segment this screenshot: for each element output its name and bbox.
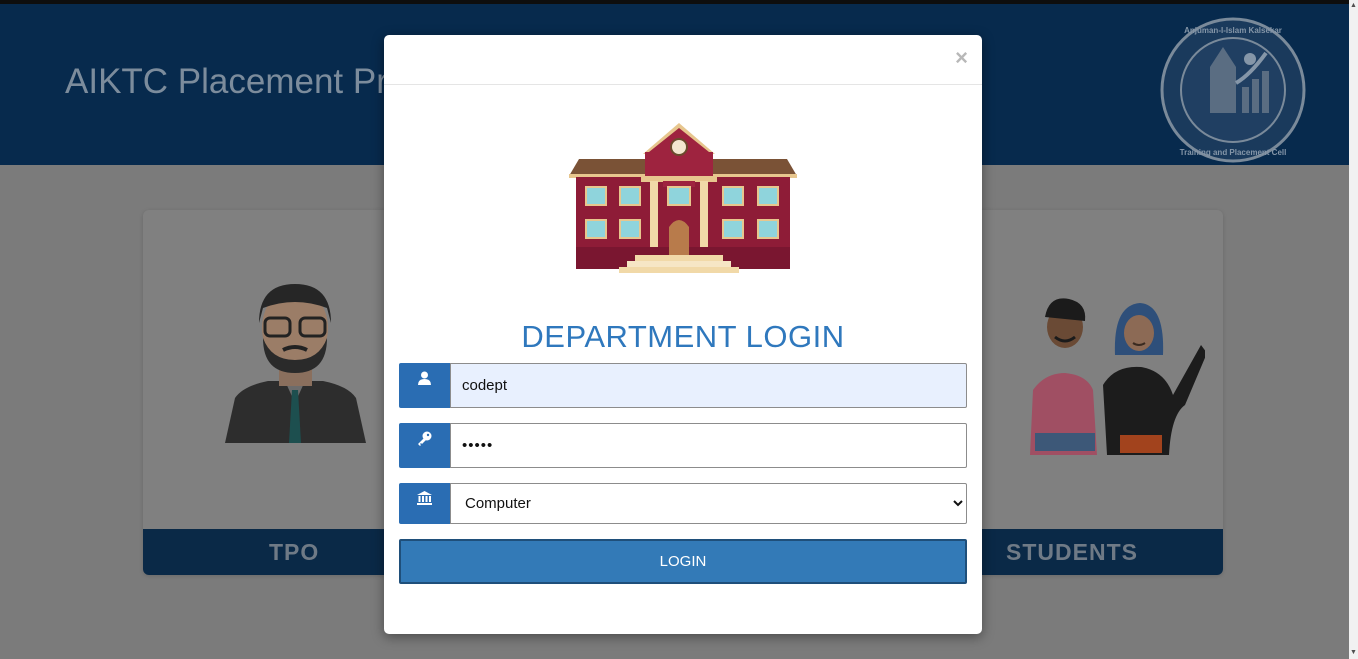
modal-header: ×: [384, 35, 982, 85]
students-illustration: [1030, 298, 1205, 455]
department-login-modal: × DEPARTMENT LOGIN codept ••••• Computer…: [384, 35, 982, 634]
close-button[interactable]: ×: [955, 47, 968, 69]
login-button[interactable]: LOGIN: [399, 539, 967, 584]
username-input[interactable]: [450, 363, 967, 408]
user-icon: [399, 363, 450, 408]
svg-text:Anjuman-I-Islam Kalsekar: Anjuman-I-Islam Kalsekar: [1184, 26, 1282, 35]
department-field-group: Computer: [399, 483, 967, 524]
department-select[interactable]: Computer: [450, 483, 967, 524]
key-icon: [399, 423, 450, 468]
scroll-down-arrow-icon[interactable]: ▼: [1349, 649, 1358, 657]
site-title: AIKTC Placement Pr: [65, 62, 388, 101]
tpo-avatar-illustration: [225, 284, 366, 443]
password-input[interactable]: [450, 423, 967, 468]
modal-title: DEPARTMENT LOGIN: [521, 319, 845, 354]
svg-text:Training and Placement Cell: Training and Placement Cell: [1180, 148, 1287, 157]
scroll-up-arrow-icon[interactable]: ▲: [1349, 2, 1358, 10]
institution-icon: [399, 483, 450, 524]
username-field-group: [399, 363, 967, 408]
college-seal-logo: Anjuman-I-Islam Kalsekar Training and Pl…: [1160, 17, 1306, 163]
page-scrollbar[interactable]: ▲ ▼: [1349, 0, 1358, 659]
password-field-group: [399, 423, 967, 468]
college-building-icon: [569, 123, 797, 273]
